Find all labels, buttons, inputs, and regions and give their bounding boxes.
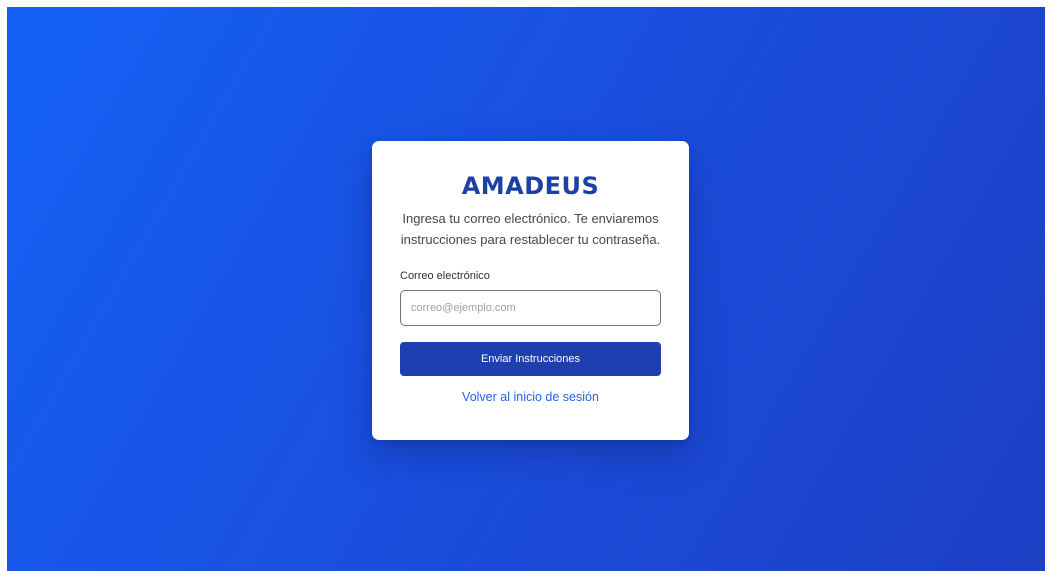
recover-password-card: AMADEUS Ingresa tu correo electrónico. T…: [372, 141, 689, 440]
instructions-text: Ingresa tu correo electrónico. Te enviar…: [400, 211, 661, 247]
brand-logo: AMADEUS: [461, 172, 600, 200]
email-label: Correo electrónico: [400, 270, 490, 282]
email-field[interactable]: [400, 290, 661, 326]
back-to-login-link[interactable]: Volver al inicio de sesión: [400, 390, 661, 404]
send-instructions-button[interactable]: Enviar Instrucciones: [400, 342, 661, 376]
page-background: AMADEUS Ingresa tu correo electrónico. T…: [7, 7, 1045, 571]
